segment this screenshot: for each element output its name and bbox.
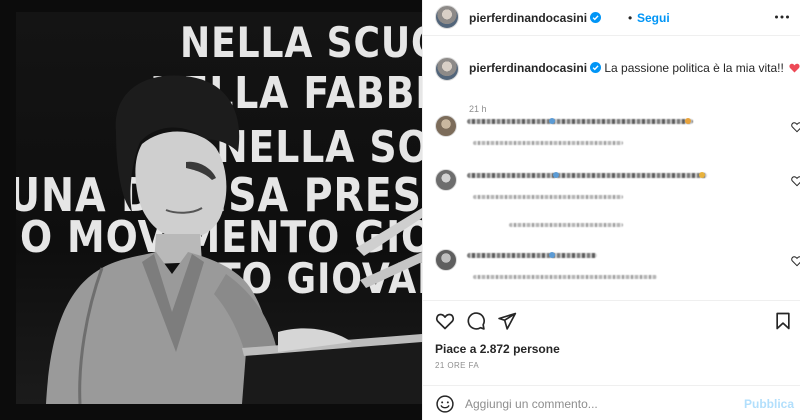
comment-text-blurred — [467, 173, 707, 178]
post-header: pierferdinandocasini • Segui — [423, 0, 800, 36]
comment-emoji — [685, 118, 691, 124]
author-avatar[interactable] — [435, 5, 459, 29]
comment-text-blurred — [467, 253, 597, 258]
caption-text-row: pierferdinandocasini La passione politic… — [469, 61, 800, 75]
comment-meta-blurred — [473, 195, 623, 199]
likes-count[interactable]: Piace a 2.872 persone — [435, 342, 560, 356]
comment-like-heart-icon[interactable] — [791, 121, 800, 133]
more-options-icon[interactable] — [773, 8, 791, 26]
verified-badge-icon — [590, 62, 602, 73]
author-username-row: pierferdinandocasini — [469, 11, 602, 25]
commenter-avatar[interactable] — [435, 249, 457, 271]
add-comment-bar: Pubblica — [423, 385, 800, 420]
photo-content: NELLA SCUOLA NELLA FABBRICA NELLA SOCIET… — [16, 12, 422, 404]
save-bookmark-icon[interactable] — [773, 311, 793, 331]
comment-emoji — [553, 172, 559, 178]
heart-emoji-icon — [789, 63, 800, 73]
comment-bubble-icon[interactable] — [466, 311, 486, 331]
comment-emoji — [549, 252, 555, 258]
share-send-icon[interactable] — [497, 311, 517, 331]
comment-emoji — [699, 172, 705, 178]
caption-avatar[interactable] — [435, 57, 459, 81]
comment-item — [435, 167, 800, 237]
header-separator: • — [628, 11, 633, 25]
comment-meta-blurred — [473, 141, 623, 145]
post-timestamp[interactable]: 21 ORE FA — [435, 361, 479, 370]
photo-frame-bottom — [0, 404, 422, 420]
speaker-figure — [46, 75, 422, 404]
comment-item — [435, 247, 800, 287]
verified-badge-icon — [590, 12, 602, 23]
comment-like-heart-icon[interactable] — [791, 175, 800, 187]
commenter-avatar[interactable] — [435, 169, 457, 191]
publish-button[interactable]: Pubblica — [744, 397, 794, 411]
view-replies-blurred[interactable] — [509, 223, 623, 227]
comment-input[interactable] — [465, 394, 735, 414]
caption-text: La passione politica è la mia vita!! — [604, 61, 784, 75]
comment-like-heart-icon[interactable] — [791, 255, 800, 267]
comment-emoji — [549, 118, 555, 124]
post-photo[interactable]: NELLA SCUOLA NELLA FABBRICA NELLA SOCIET… — [0, 0, 422, 420]
comment-text-blurred — [467, 119, 693, 124]
comments-list[interactable]: pierferdinandocasini La passione politic… — [423, 37, 800, 300]
like-heart-icon[interactable] — [435, 311, 455, 331]
commenter-avatar[interactable] — [435, 115, 457, 137]
follow-button[interactable]: Segui — [637, 11, 670, 25]
comment-item — [435, 113, 800, 153]
post-actions-bar — [423, 300, 800, 340]
post-side-panel: pierferdinandocasini • Segui pierferdina… — [422, 0, 800, 420]
caption-username[interactable]: pierferdinandocasini — [469, 61, 587, 75]
author-username[interactable]: pierferdinandocasini — [469, 11, 587, 25]
comment-meta-blurred — [473, 275, 657, 279]
emoji-picker-icon[interactable] — [435, 394, 455, 414]
